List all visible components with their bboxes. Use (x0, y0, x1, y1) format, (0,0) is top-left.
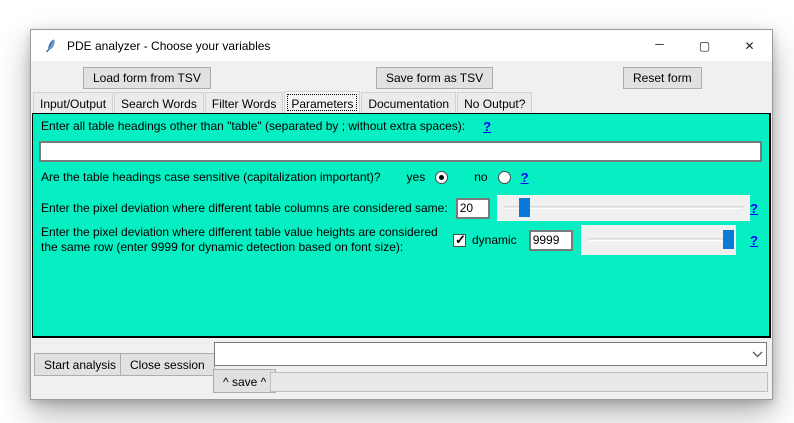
case-sensitive-no-radio[interactable] (498, 171, 511, 184)
row-deviation-input[interactable] (529, 230, 573, 251)
save-form-button[interactable]: Save form as TSV (376, 67, 493, 89)
row-deviation-slider[interactable] (581, 225, 736, 255)
column-deviation-help-link[interactable]: ? (750, 201, 758, 216)
table-headings-help-link[interactable]: ? (483, 119, 491, 134)
row-deviation-label-line2: the same row (enter 9999 for dynamic det… (41, 240, 403, 254)
row-deviation-label: Enter the pixel deviation where differen… (41, 225, 453, 255)
app-window: PDE analyzer - Choose your variables ─ ▢… (30, 29, 773, 400)
load-form-button[interactable]: Load form from TSV (83, 67, 211, 89)
tab-search-words[interactable]: Search Words (114, 92, 204, 114)
app-feather-icon (44, 39, 58, 53)
case-sensitive-yes-radio[interactable] (435, 171, 448, 184)
case-sensitive-yes-label: yes (407, 170, 426, 185)
column-deviation-slider-track[interactable] (504, 206, 743, 209)
save-session-button[interactable]: ^ save ^ (213, 369, 276, 393)
window-title: PDE analyzer - Choose your variables (67, 39, 270, 53)
column-deviation-slider-thumb[interactable] (519, 198, 530, 217)
save-session-name-input[interactable] (270, 372, 768, 392)
row-deviation-label-line1: Enter the pixel deviation where differen… (41, 225, 438, 239)
tab-filter-words[interactable]: Filter Words (205, 92, 283, 114)
table-headings-input[interactable] (39, 141, 762, 162)
tab-no-output[interactable]: No Output? (457, 92, 532, 114)
column-deviation-input[interactable] (456, 198, 490, 219)
table-headings-label: Enter all table headings other than "tab… (41, 119, 465, 134)
start-analysis-button[interactable]: Start analysis (34, 353, 126, 376)
tab-input-output[interactable]: Input/Output (33, 92, 113, 114)
chevron-down-icon[interactable] (748, 343, 766, 365)
reset-form-button[interactable]: Reset form (623, 67, 702, 89)
tab-strip: Input/Output Search Words Filter Words P… (33, 91, 533, 114)
column-deviation-label: Enter the pixel deviation where differen… (41, 201, 448, 216)
row-deviation-help-link[interactable]: ? (750, 233, 758, 248)
minimize-icon[interactable]: ─ (637, 30, 682, 61)
parameters-panel: Enter all table headings other than "tab… (32, 113, 771, 338)
row-deviation-slider-thumb[interactable] (723, 230, 734, 249)
session-combobox[interactable] (214, 342, 767, 366)
close-icon[interactable]: ✕ (727, 30, 772, 61)
dynamic-checkbox[interactable] (453, 234, 466, 247)
tab-parameters[interactable]: Parameters (284, 91, 360, 114)
maximize-icon[interactable]: ▢ (682, 30, 727, 61)
tab-documentation[interactable]: Documentation (361, 92, 456, 114)
case-sensitive-help-link[interactable]: ? (521, 170, 529, 185)
column-deviation-slider[interactable] (497, 195, 750, 221)
close-session-button[interactable]: Close session (120, 353, 215, 376)
row-deviation-slider-track[interactable] (588, 238, 729, 241)
dynamic-checkbox-label: dynamic (472, 233, 517, 248)
title-bar: PDE analyzer - Choose your variables ─ ▢… (31, 30, 772, 61)
window-controls: ─ ▢ ✕ (637, 30, 772, 61)
case-sensitive-label: Are the table headings case sensitive (c… (41, 170, 381, 185)
case-sensitive-no-label: no (474, 170, 487, 185)
